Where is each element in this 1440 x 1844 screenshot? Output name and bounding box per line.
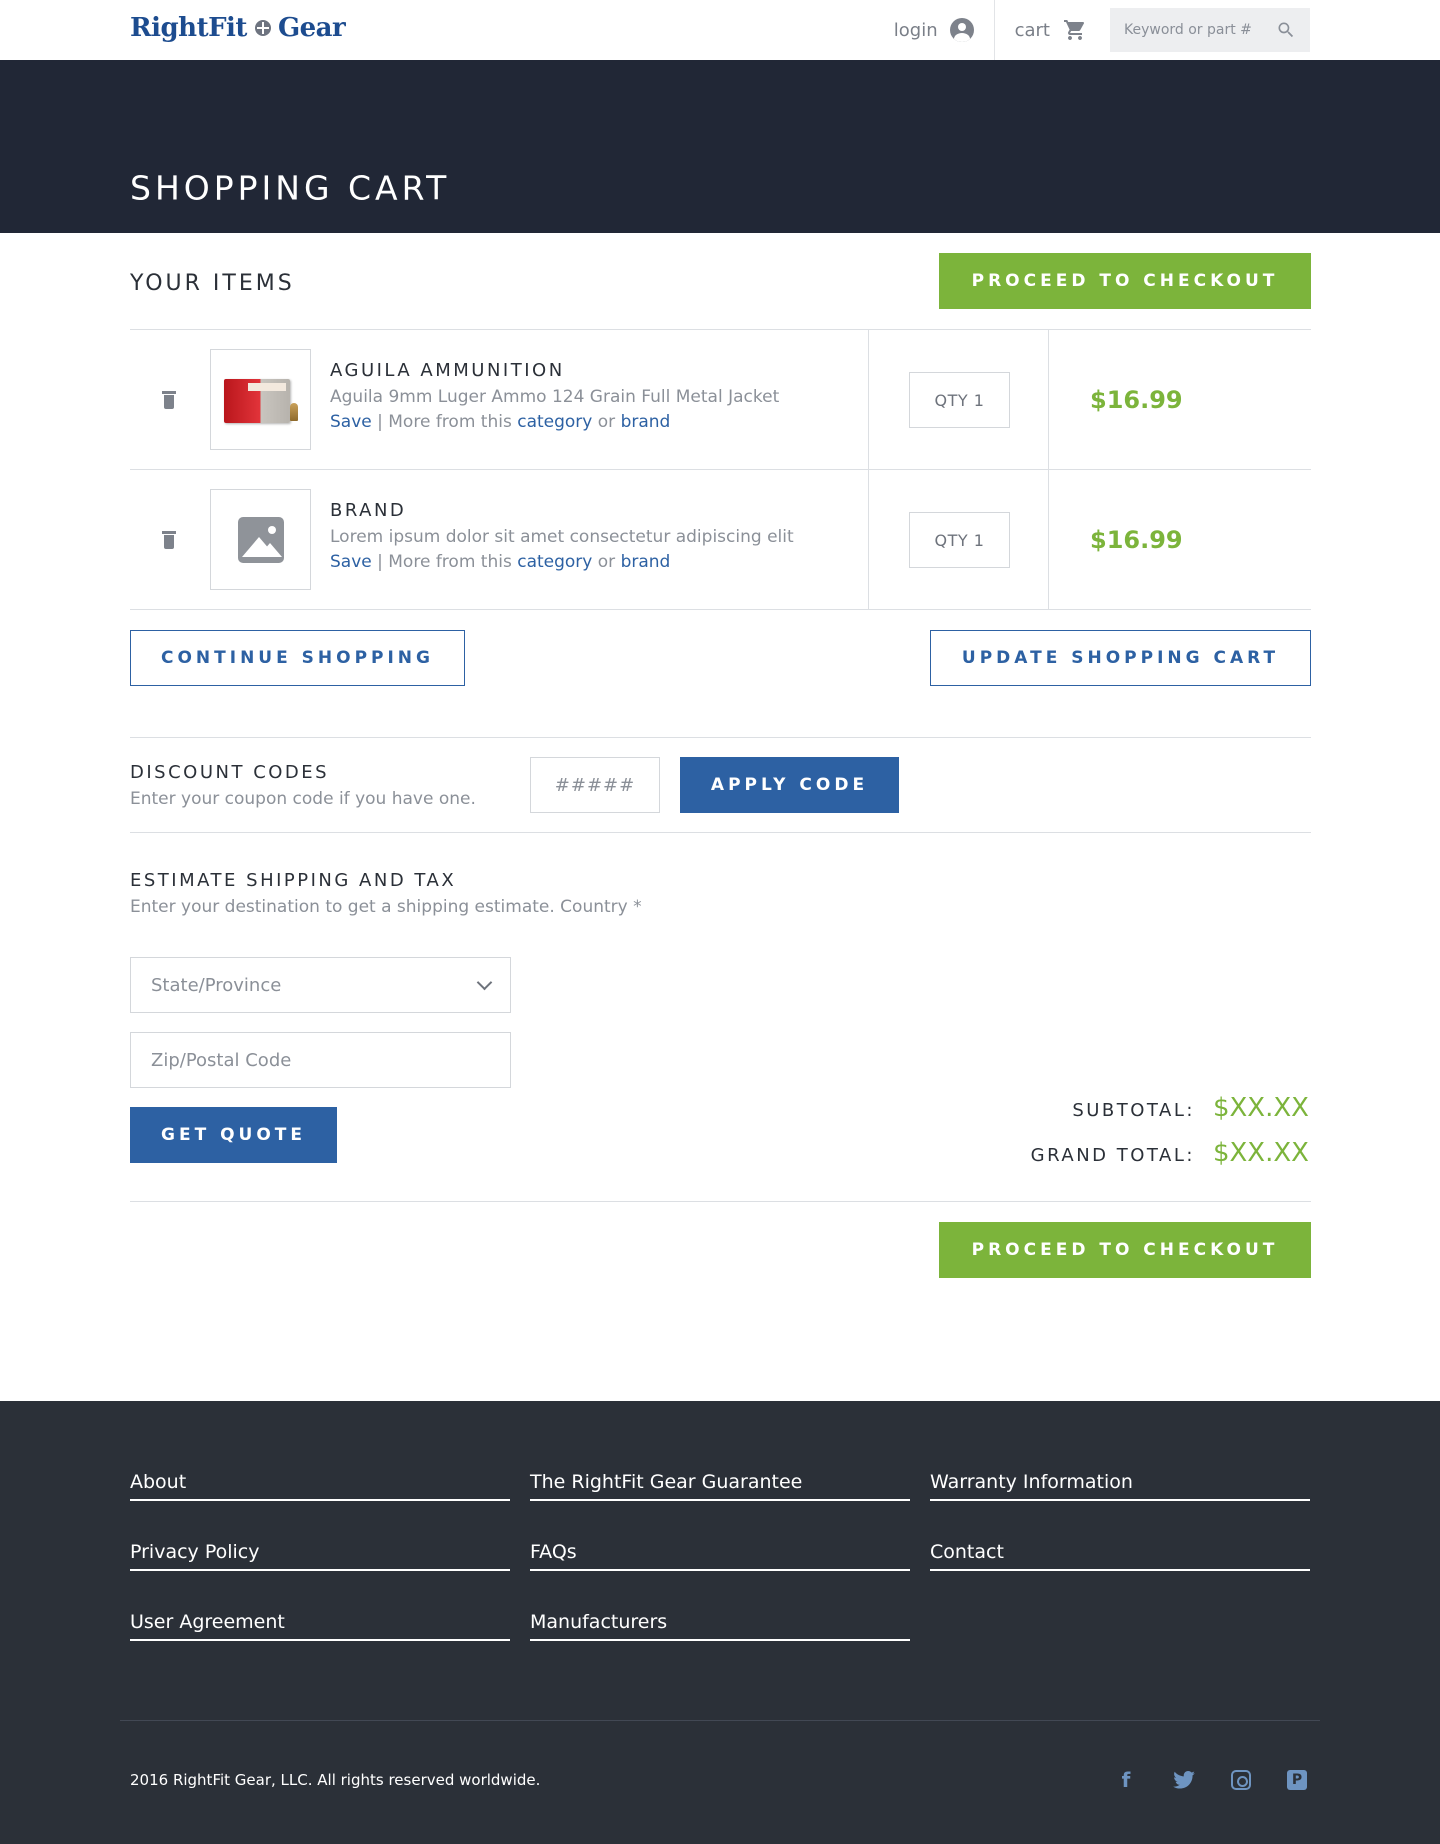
category-link[interactable]: category xyxy=(517,552,592,572)
save-link[interactable]: Save xyxy=(330,412,372,432)
brand-link[interactable]: brand xyxy=(621,412,671,432)
ammo-box-image xyxy=(222,375,300,425)
item-price: $16.99 xyxy=(1090,526,1183,554)
proceed-to-checkout-button[interactable]: PROCEED TO CHECKOUT xyxy=(939,253,1311,309)
brand-link[interactable]: brand xyxy=(621,552,671,572)
logo-text-left: RightFit xyxy=(130,13,247,43)
product-thumbnail[interactable] xyxy=(210,349,311,450)
trash-icon xyxy=(162,531,176,549)
cart-item-row: AGUILA AMMUNITION Aguila 9mm Luger Ammo … xyxy=(130,330,1311,470)
footer-link-guarantee[interactable]: The RightFit Gear Guarantee xyxy=(530,1471,910,1501)
copyright-text: 2016 RightFit Gear, LLC. All rights rese… xyxy=(130,1771,541,1789)
quantity-field[interactable]: QTY 1 xyxy=(909,372,1010,428)
bottom-checkout: PROCEED TO CHECKOUT xyxy=(130,1202,1311,1400)
facebook-icon[interactable]: f xyxy=(1115,1768,1137,1792)
pinterest-icon[interactable]: P xyxy=(1287,1770,1307,1790)
subtotal-label: SUBTOTAL: xyxy=(1072,1100,1195,1121)
coupon-code-input[interactable] xyxy=(530,757,660,813)
login-label: login xyxy=(893,19,938,41)
twitter-icon[interactable] xyxy=(1173,1769,1195,1791)
links-separator: | More from this xyxy=(371,552,518,572)
site-footer: About The RightFit Gear Guarantee Warran… xyxy=(0,1401,1440,1844)
state-select-value: State/Province xyxy=(151,974,282,996)
footer-links: About The RightFit Gear Guarantee Warran… xyxy=(130,1471,1311,1641)
shipping-section: ESTIMATE SHIPPING AND TAX Enter your des… xyxy=(130,833,1311,1202)
page-banner: SHOPPING CART xyxy=(0,60,1440,233)
quantity-field[interactable]: QTY 1 xyxy=(909,512,1010,568)
footer-link-privacy[interactable]: Privacy Policy xyxy=(130,1541,510,1571)
discount-section: DISCOUNT CODES Enter your coupon code if… xyxy=(130,738,1311,833)
subtotal-value: $XX.XX xyxy=(1212,1093,1309,1123)
apply-code-button[interactable]: APPLY CODE xyxy=(680,757,899,813)
footer-link-warranty[interactable]: Warranty Information xyxy=(930,1471,1310,1501)
shipping-subtitle: Enter your destination to get a shipping… xyxy=(130,897,642,917)
item-description: Lorem ipsum dolor sit amet consectetur a… xyxy=(330,527,794,547)
social-links: f P xyxy=(1079,1768,1307,1792)
footer-divider xyxy=(120,1720,1320,1721)
search-box xyxy=(1110,8,1310,52)
proceed-to-checkout-button-bottom[interactable]: PROCEED TO CHECKOUT xyxy=(939,1222,1311,1278)
cart-icon xyxy=(1064,20,1085,40)
item-title: BRAND xyxy=(330,500,407,521)
cart-label: cart xyxy=(1014,19,1050,41)
zip-postal-input[interactable] xyxy=(151,1049,490,1071)
cart-item-row: BRAND Lorem ipsum dolor sit amet consect… xyxy=(130,470,1311,610)
category-link[interactable]: category xyxy=(517,412,592,432)
search-input[interactable] xyxy=(1124,22,1264,38)
item-description: Aguila 9mm Luger Ammo 124 Grain Full Met… xyxy=(330,387,780,407)
footer-link-faqs[interactable]: FAQs xyxy=(530,1541,910,1571)
grand-total-label: GRAND TOTAL: xyxy=(1030,1145,1195,1166)
login-link[interactable]: login xyxy=(874,0,994,60)
search-icon[interactable] xyxy=(1276,20,1296,40)
links-separator: | More from this xyxy=(371,412,518,432)
shipping-title: ESTIMATE SHIPPING AND TAX xyxy=(130,870,457,891)
footer-link-user-agreement[interactable]: User Agreement xyxy=(130,1611,510,1641)
continue-shopping-button[interactable]: CONTINUE SHOPPING xyxy=(130,630,465,686)
items-title: YOUR ITEMS xyxy=(130,271,295,296)
remove-item-button[interactable] xyxy=(162,531,176,549)
links-or: or xyxy=(592,552,621,572)
links-or: or xyxy=(592,412,621,432)
remove-item-button[interactable] xyxy=(162,391,176,409)
site-logo[interactable]: RightFit Gear xyxy=(130,13,346,43)
cart-content: YOUR ITEMS PROCEED TO CHECKOUT AGUILA AM… xyxy=(130,233,1311,1400)
crosshair-icon xyxy=(254,20,271,36)
footer-link-manufacturers[interactable]: Manufacturers xyxy=(530,1611,910,1641)
save-link[interactable]: Save xyxy=(330,552,372,572)
trash-icon xyxy=(162,391,176,409)
zip-field-wrapper xyxy=(130,1032,511,1088)
chevron-down-icon xyxy=(476,974,493,990)
product-thumbnail[interactable] xyxy=(210,489,311,590)
logo-text-right: Gear xyxy=(277,13,346,43)
state-province-select[interactable]: State/Province xyxy=(130,957,511,1013)
instagram-icon[interactable] xyxy=(1231,1770,1251,1790)
discount-title: DISCOUNT CODES xyxy=(130,762,330,783)
grand-total-value: $XX.XX xyxy=(1212,1138,1309,1168)
get-quote-button[interactable]: GET QUOTE xyxy=(130,1107,337,1163)
page-title: SHOPPING CART xyxy=(130,168,451,208)
footer-link-about[interactable]: About xyxy=(130,1471,510,1501)
item-price: $16.99 xyxy=(1090,386,1183,414)
footer-link-contact[interactable]: Contact xyxy=(930,1541,1310,1571)
image-placeholder-icon xyxy=(237,516,284,563)
item-title: AGUILA AMMUNITION xyxy=(330,360,565,381)
cart-link[interactable]: cart xyxy=(993,0,1108,60)
discount-subtitle: Enter your coupon code if you have one. xyxy=(130,789,476,809)
cart-actions: CONTINUE SHOPPING UPDATE SHOPPING CART xyxy=(130,610,1311,738)
top-header: RightFit Gear login cart xyxy=(0,0,1440,60)
order-totals: SUBTOTAL: $XX.XX GRAND TOTAL: $XX.XX xyxy=(1031,1093,1309,1183)
user-icon xyxy=(949,18,974,42)
items-header: YOUR ITEMS PROCEED TO CHECKOUT xyxy=(130,233,1311,330)
update-cart-button[interactable]: UPDATE SHOPPING CART xyxy=(930,630,1311,686)
